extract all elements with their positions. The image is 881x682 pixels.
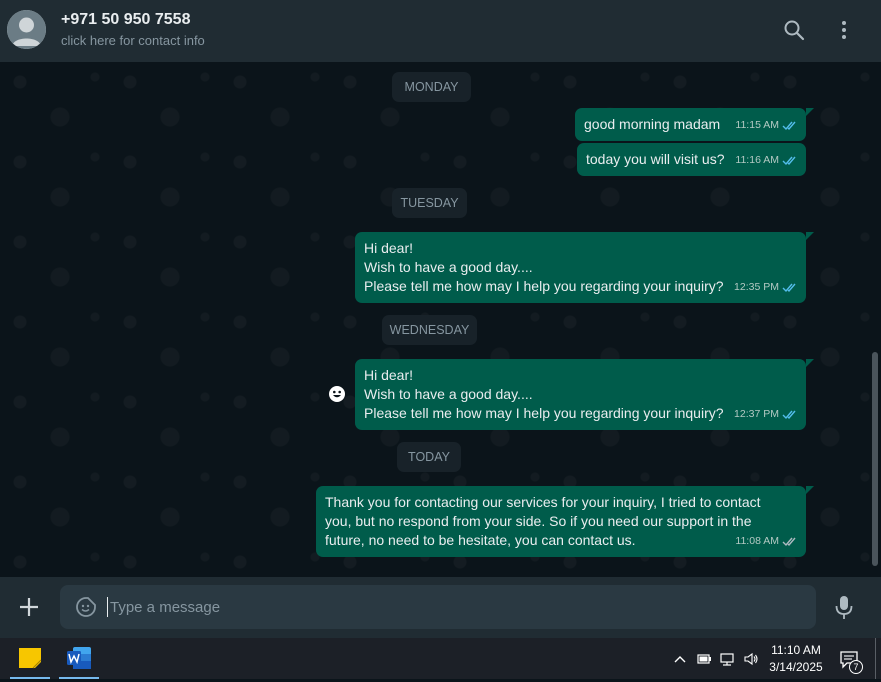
message-bubble[interactable]: Thank you for contacting our services fo… bbox=[316, 486, 814, 557]
date-divider-wednesday: WEDNESDAY bbox=[382, 315, 477, 345]
contact-info-link[interactable]: click here for contact info bbox=[61, 33, 205, 48]
bubble-tail bbox=[806, 108, 814, 116]
message-bubble[interactable]: good morning madam 11:15 AM bbox=[575, 108, 814, 141]
message-text: good morning madam bbox=[584, 116, 721, 132]
message-meta: 12:37 PM bbox=[734, 405, 798, 424]
search-icon[interactable] bbox=[782, 18, 806, 42]
message-text: Hi dear! Wish to have a good day.... Ple… bbox=[364, 240, 724, 294]
bubble-tail bbox=[806, 486, 814, 494]
text-caret bbox=[107, 597, 108, 617]
battery-icon[interactable] bbox=[696, 651, 712, 667]
network-icon[interactable] bbox=[719, 651, 735, 667]
notification-count-badge: 7 bbox=[849, 660, 863, 674]
message-time: 11:08 AM bbox=[735, 535, 779, 547]
microphone-icon[interactable] bbox=[834, 595, 854, 621]
volume-icon[interactable] bbox=[743, 651, 759, 667]
date-divider-monday: MONDAY bbox=[392, 72, 471, 102]
default-avatar-icon bbox=[7, 10, 46, 49]
word-icon bbox=[67, 647, 91, 669]
sticker-icon[interactable] bbox=[75, 596, 97, 618]
attach-plus-icon[interactable] bbox=[18, 596, 40, 618]
message-bubble[interactable]: Hi dear! Wish to have a good day.... Ple… bbox=[355, 359, 814, 430]
message-list[interactable]: MONDAY good morning madam 11:15 AM today… bbox=[0, 62, 881, 577]
double-check-icon bbox=[782, 121, 796, 131]
taskbar-app-sticky-notes[interactable] bbox=[10, 638, 50, 679]
message-time: 12:35 PM bbox=[734, 281, 779, 293]
show-desktop-button[interactable] bbox=[875, 638, 876, 679]
system-clock[interactable]: 11:10 AM 3/14/2025 bbox=[760, 642, 832, 676]
message-text: Hi dear! Wish to have a good day.... Ple… bbox=[364, 367, 724, 421]
double-check-icon bbox=[782, 410, 796, 420]
double-check-icon bbox=[782, 283, 796, 293]
message-text: today you will visit us? bbox=[586, 151, 725, 167]
message-meta: 11:08 AM bbox=[735, 532, 798, 551]
message-meta: 11:15 AM bbox=[735, 116, 798, 135]
clock-time: 11:10 AM bbox=[771, 643, 821, 657]
clock-date: 3/14/2025 bbox=[769, 660, 823, 674]
date-divider-tuesday: TUESDAY bbox=[392, 188, 467, 218]
message-meta: 11:16 AM bbox=[735, 151, 798, 170]
bubble-tail bbox=[806, 359, 814, 367]
date-divider-today: TODAY bbox=[397, 442, 461, 472]
message-time: 12:37 PM bbox=[734, 408, 779, 420]
double-check-icon bbox=[782, 537, 796, 547]
message-composer bbox=[0, 577, 881, 638]
message-bubble[interactable]: Hi dear! Wish to have a good day.... Ple… bbox=[355, 232, 814, 303]
scrollbar-thumb[interactable] bbox=[872, 352, 878, 566]
sticky-notes-icon bbox=[19, 648, 42, 669]
bubble-tail bbox=[806, 232, 814, 240]
message-input-box[interactable] bbox=[60, 585, 816, 629]
chevron-up-icon[interactable] bbox=[672, 651, 688, 667]
taskbar-app-word[interactable] bbox=[59, 638, 99, 679]
message-time: 11:16 AM bbox=[735, 154, 779, 166]
whatsapp-window: +971 50 950 7558 click here for contact … bbox=[0, 0, 881, 638]
message-time: 11:15 AM bbox=[735, 119, 779, 131]
windows-taskbar: 11:10 AM 3/14/2025 7 bbox=[0, 638, 881, 679]
double-check-icon bbox=[782, 156, 796, 166]
contact-name[interactable]: +971 50 950 7558 bbox=[61, 11, 190, 29]
contact-avatar[interactable] bbox=[7, 10, 46, 49]
chat-header: +971 50 950 7558 click here for contact … bbox=[0, 0, 881, 62]
message-input[interactable] bbox=[110, 597, 800, 617]
message-text: Thank you for contacting our services fo… bbox=[325, 494, 761, 548]
message-meta: 12:35 PM bbox=[734, 278, 798, 297]
message-bubble[interactable]: today you will visit us? 11:16 AM bbox=[577, 143, 806, 176]
more-vertical-icon[interactable] bbox=[832, 18, 856, 42]
react-emoji-icon[interactable] bbox=[327, 384, 347, 404]
